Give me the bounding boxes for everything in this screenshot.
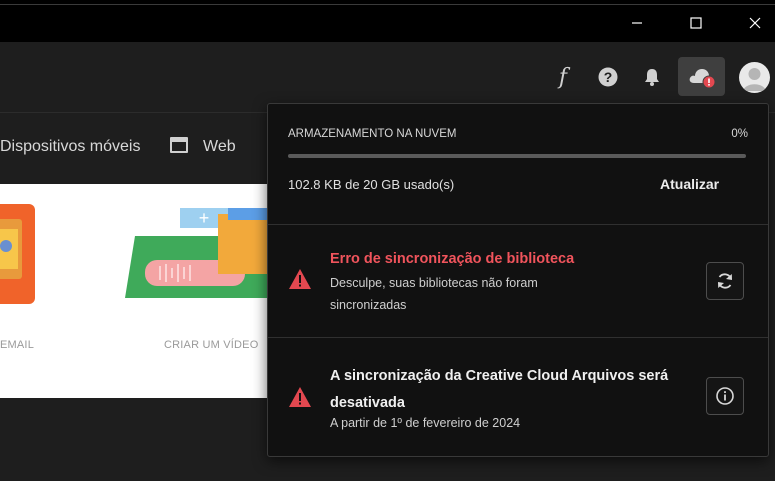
cloud-error-icon: [689, 68, 715, 88]
storage-progress-bar: [288, 154, 746, 158]
sync-error-title: Erro de sincronização de biblioteca: [330, 251, 575, 267]
storage-usage-text: 102.8 KB de 20 GB usado(s): [288, 177, 455, 192]
video-illustration: +: [125, 208, 268, 298]
cloud-status-button[interactable]: [678, 57, 725, 96]
email-template-label: EMAIL: [0, 339, 35, 351]
svg-text:?: ?: [604, 69, 613, 85]
help-icon: ?: [598, 67, 618, 87]
panel-divider: [268, 337, 768, 338]
email-template-card[interactable]: [0, 184, 60, 324]
storage-percent: 0%: [731, 128, 748, 140]
fonts-button[interactable]: f: [548, 62, 578, 92]
notifications-button[interactable]: [637, 62, 667, 92]
warning-icon: [289, 269, 311, 289]
retry-sync-button[interactable]: [706, 262, 744, 300]
email-illustration: [0, 204, 35, 304]
title-bar: [0, 0, 775, 42]
info-button[interactable]: [706, 377, 744, 415]
help-button[interactable]: ?: [593, 62, 623, 92]
close-button[interactable]: [740, 8, 770, 38]
warning-icon: [289, 387, 311, 407]
cloud-status-panel: ARMAZENAMENTO NA NUVEM 0% 102.8 KB de 20…: [267, 103, 769, 457]
sync-error-body: Desculpe, suas bibliotecas não foram sin…: [330, 276, 538, 312]
video-template-label: CRIAR UM VÍDEO: [164, 339, 259, 351]
browser-window-icon: [170, 137, 188, 153]
svg-text:+: +: [199, 208, 210, 228]
sync-icon: [718, 273, 732, 289]
files-sync-deprecation-title: A sincronização da Creative Cloud Arquiv…: [330, 368, 669, 411]
templates-area: EMAIL + CRIAR UM VÍDEO: [0, 184, 268, 398]
user-avatar[interactable]: [739, 62, 770, 93]
bell-icon: [645, 69, 659, 86]
video-template-card[interactable]: +: [120, 194, 268, 304]
files-sync-deprecation-body: A partir de 1º de fevereiro de 2024: [330, 416, 521, 430]
tab-web[interactable]: Web: [203, 138, 236, 156]
minimize-icon: [632, 22, 642, 24]
title-bar-divider: [0, 4, 775, 5]
storage-title: ARMAZENAMENTO NA NUVEM: [288, 128, 457, 140]
info-icon: [716, 387, 734, 405]
refresh-button[interactable]: Atualizar: [660, 176, 719, 192]
tab-mobile-devices[interactable]: Dispositivos móveis: [0, 138, 140, 156]
maximize-button[interactable]: [681, 8, 711, 38]
fonts-icon: f: [558, 64, 568, 90]
minimize-button[interactable]: [622, 8, 652, 38]
close-icon: [749, 17, 761, 29]
panel-divider: [268, 224, 768, 225]
maximize-icon: [690, 17, 702, 29]
avatar-icon: [743, 68, 766, 91]
